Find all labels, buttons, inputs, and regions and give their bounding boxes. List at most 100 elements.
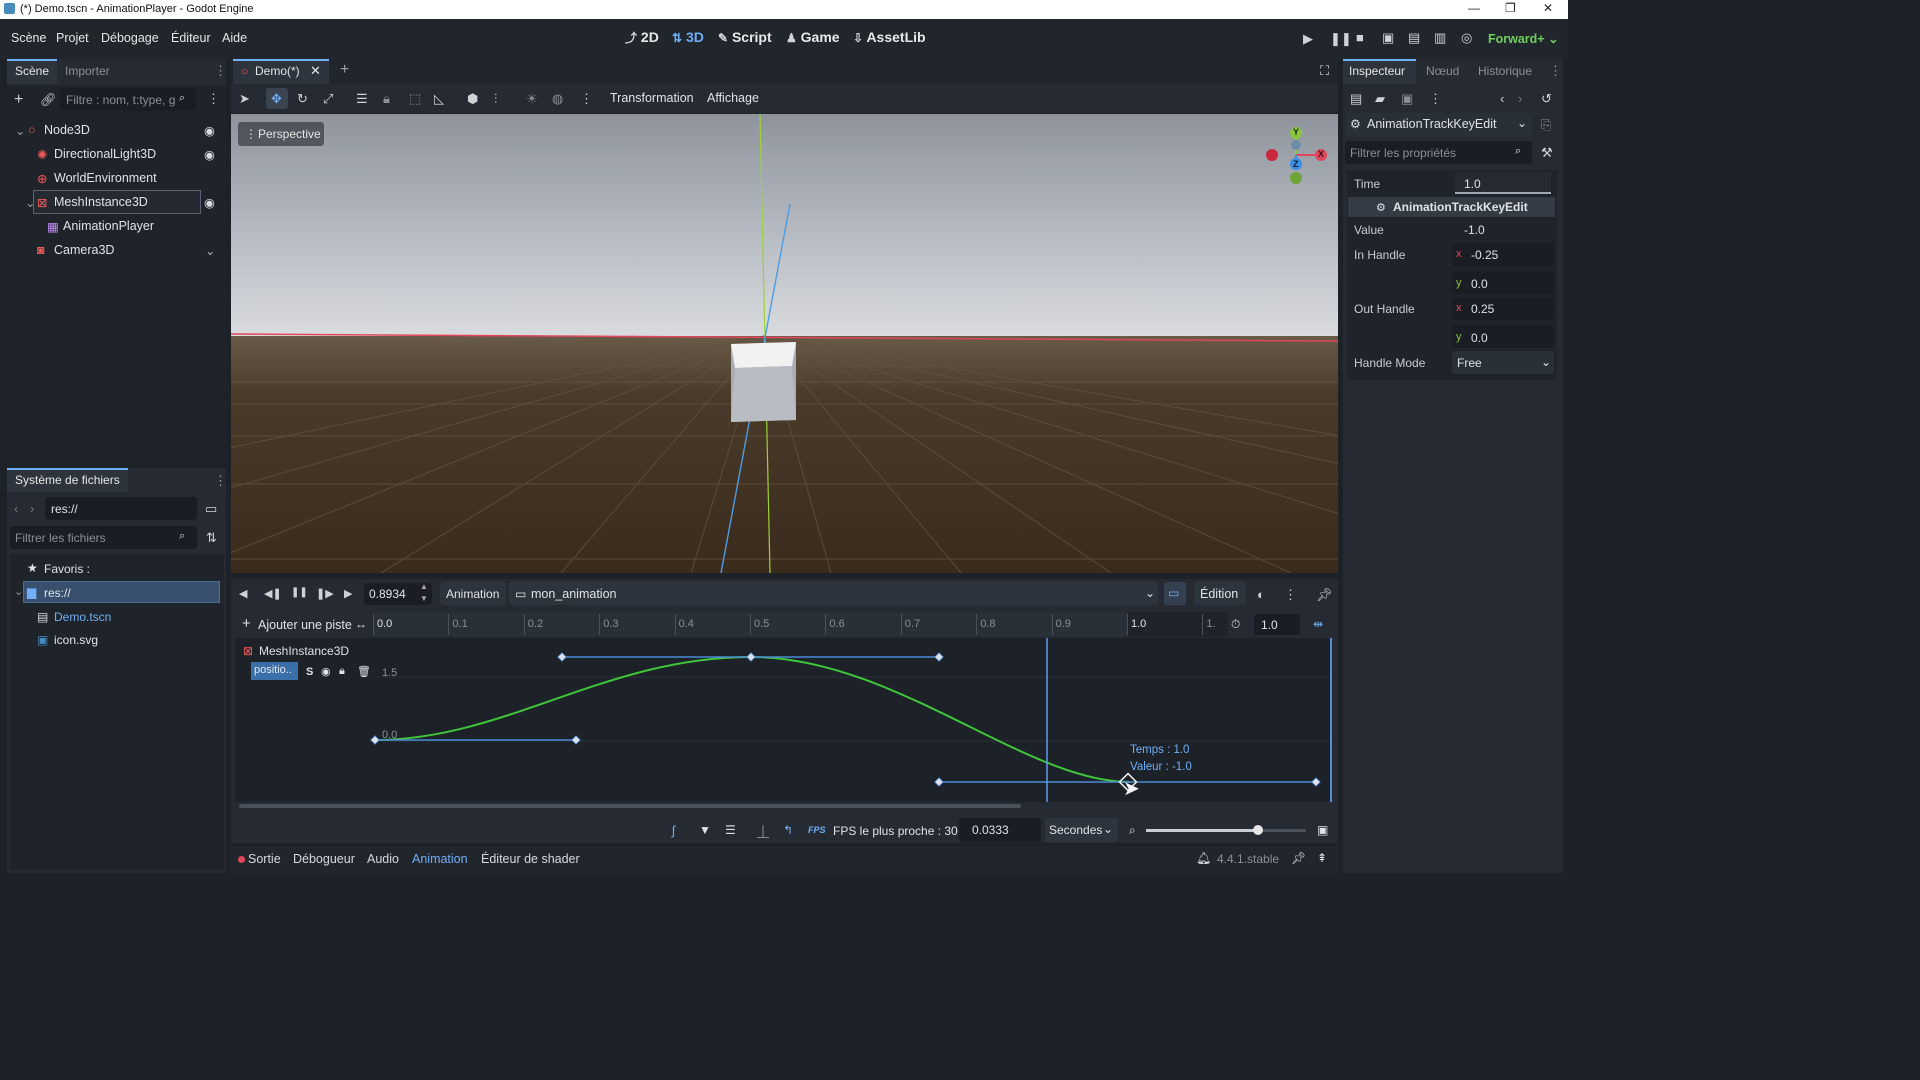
- spin-down-icon[interactable]: ▼: [420, 594, 428, 603]
- pause-anim-icon[interactable]: ❚❚: [291, 587, 308, 598]
- fps-badge[interactable]: FPS: [808, 825, 826, 835]
- list-select-icon[interactable]: ☰: [356, 91, 368, 107]
- pin-icon[interactable]: 📌︎: [1316, 587, 1333, 603]
- workspace-script-button[interactable]: ✎ Script: [718, 29, 772, 45]
- pin-icon[interactable]: 📌︎: [1291, 851, 1306, 865]
- history-forward-icon[interactable]: ›: [1518, 91, 1522, 106]
- forward-icon[interactable]: ›: [30, 501, 34, 516]
- renderer-select[interactable]: Forward+ ⌄: [1488, 31, 1559, 46]
- add-track-button[interactable]: Ajouter une piste: [258, 618, 352, 632]
- more-options-icon[interactable]: ⋮: [1284, 587, 1297, 603]
- chevron-down-icon[interactable]: ⌄: [205, 243, 215, 258]
- tab-history-label[interactable]: Historique: [1478, 64, 1532, 78]
- view-menu[interactable]: Affichage: [707, 91, 759, 105]
- add-tab-icon[interactable]: +: [340, 61, 349, 79]
- fit-icon[interactable]: ▣: [1317, 823, 1328, 837]
- prop-value-value[interactable]: -1.0: [1464, 223, 1485, 237]
- group-tracks-icon[interactable]: ☰: [725, 823, 736, 837]
- scene-menu-icon[interactable]: ⋮: [207, 91, 220, 107]
- object-history-icon[interactable]: ↺: [1541, 91, 1552, 107]
- notification-icon[interactable]: 🔔︎: [1196, 851, 1211, 865]
- pause-icon[interactable]: ❚❚: [1330, 31, 1352, 47]
- play-scene-icon[interactable]: ▤: [1408, 30, 1420, 46]
- menu-project[interactable]: Projet: [56, 31, 89, 45]
- snap-key-icon[interactable]: ↰: [783, 823, 793, 837]
- group-icon[interactable]: ⬚: [409, 91, 421, 107]
- file-demo-tscn[interactable]: Demo.tscn: [54, 610, 111, 624]
- onion-skin-icon[interactable]: ◐: [1257, 587, 1265, 602]
- bottom-tab-shader-editor[interactable]: Éditeur de shader: [481, 852, 580, 866]
- environment-preview-icon[interactable]: ◍: [552, 91, 563, 107]
- tools-icon[interactable]: ⚒: [1541, 145, 1553, 161]
- link-icon[interactable]: 🔗︎: [40, 92, 57, 108]
- loop-icon[interactable]: ⇹: [1313, 617, 1323, 631]
- bottom-tab-output[interactable]: Sortie: [248, 852, 281, 866]
- stop-icon[interactable]: ■: [1356, 30, 1364, 45]
- bottom-tab-animation[interactable]: Animation: [412, 852, 468, 866]
- tab-import-label[interactable]: Importer: [65, 64, 110, 78]
- workspace-3d-button[interactable]: ⇅ 3D: [672, 29, 704, 45]
- tab-node-label[interactable]: Nœud: [1426, 64, 1459, 78]
- menu-debug[interactable]: Débogage: [101, 31, 159, 45]
- play-backwards-icon[interactable]: ◀❚: [264, 587, 282, 600]
- in-handle-y-field[interactable]: [1452, 271, 1554, 294]
- snap-time-icon[interactable]: ⏊: [757, 823, 769, 840]
- more-icon[interactable]: ⋮: [580, 91, 593, 107]
- add-node-icon[interactable]: +: [14, 91, 23, 109]
- tree-node-world-environment[interactable]: ⊕ WorldEnvironment: [7, 167, 217, 189]
- back-icon[interactable]: ‹: [14, 501, 18, 516]
- move-tool-icon[interactable]: ✥: [271, 91, 282, 107]
- remote-debug-icon[interactable]: ▣: [1382, 30, 1394, 46]
- new-resource-icon[interactable]: ▤: [1350, 91, 1362, 107]
- horizontal-scrollbar[interactable]: [239, 804, 1021, 808]
- workspace-game-button[interactable]: ♟ Game: [786, 29, 840, 45]
- open-folder-icon[interactable]: ▰: [1375, 91, 1385, 107]
- transform-menu[interactable]: Transformation: [610, 91, 694, 105]
- rotate-tool-icon[interactable]: ↻: [297, 91, 308, 107]
- scale-tool-icon[interactable]: ⤢: [323, 91, 333, 107]
- zoom-slider-handle[interactable]: [1253, 825, 1263, 835]
- play-icon[interactable]: ▶: [1303, 31, 1313, 47]
- viewport-3d[interactable]: [231, 114, 1338, 573]
- play-backwards-start-icon[interactable]: ◀: [239, 587, 247, 600]
- ruler-icon[interactable]: ◺: [434, 91, 444, 107]
- kebab-icon[interactable]: ⋮: [1549, 63, 1562, 79]
- workspace-assetlib-button[interactable]: ⇩ AssetLib: [853, 29, 926, 45]
- visibility-icon[interactable]: ◉: [204, 147, 215, 162]
- sort-icon[interactable]: ⇅: [206, 530, 217, 546]
- tree-node-camera[interactable]: ◙ Camera3D ⌄: [7, 239, 217, 261]
- bezier-toggle-icon[interactable]: ʃ: [672, 823, 675, 838]
- tree-node-node3d[interactable]: ⌄ ○ Node3D ◉: [7, 119, 217, 141]
- split-view-icon[interactable]: ▭: [205, 501, 217, 517]
- tree-node-directional-light[interactable]: ✺ DirectionalLight3D ◉: [7, 143, 217, 165]
- out-handle-x-field[interactable]: [1452, 297, 1554, 320]
- menu-editor[interactable]: Éditeur: [171, 31, 211, 45]
- menu-scene[interactable]: Scène: [11, 31, 46, 45]
- select-tool-icon[interactable]: ➤: [239, 91, 250, 107]
- kebab-icon[interactable]: ⋮: [214, 63, 227, 79]
- in-handle-x-field[interactable]: [1452, 243, 1554, 266]
- play-custom-icon[interactable]: ▥: [1434, 30, 1446, 46]
- fit-width-icon[interactable]: ↔: [355, 617, 367, 631]
- bottom-tab-audio[interactable]: Audio: [367, 852, 399, 866]
- minimize-icon[interactable]: —: [1468, 1, 1480, 15]
- bottom-tab-debugger[interactable]: Débogueur: [293, 852, 355, 866]
- workspace-2d-button[interactable]: ⤴ 2D: [625, 29, 659, 46]
- tree-node-mesh-instance[interactable]: ⌄ ⊠ MeshInstance3D ◉: [7, 191, 217, 213]
- tree-node-animation-player[interactable]: ▦ AnimationPlayer: [7, 215, 217, 237]
- history-back-icon[interactable]: ‹: [1500, 91, 1504, 106]
- close-window-icon[interactable]: ✕: [1543, 1, 1553, 15]
- local-space-icon[interactable]: ⬢: [467, 91, 478, 107]
- more-icon[interactable]: ⋮: [1429, 91, 1442, 107]
- spin-up-icon[interactable]: ▲: [420, 582, 428, 591]
- save-icon[interactable]: ▣: [1401, 91, 1413, 107]
- maximize-icon[interactable]: ❐: [1505, 1, 1516, 15]
- sun-preview-icon[interactable]: ☀: [526, 91, 538, 107]
- play-forward-icon[interactable]: ▶: [344, 587, 352, 600]
- visibility-icon[interactable]: ◉: [204, 123, 215, 138]
- doc-icon[interactable]: ⎘: [1541, 117, 1551, 133]
- expand-panel-icon[interactable]: ⇞: [1317, 851, 1327, 865]
- filter-icon[interactable]: ▼: [699, 823, 711, 837]
- movie-maker-icon[interactable]: ◎: [1461, 30, 1472, 46]
- menu-help[interactable]: Aide: [222, 31, 247, 45]
